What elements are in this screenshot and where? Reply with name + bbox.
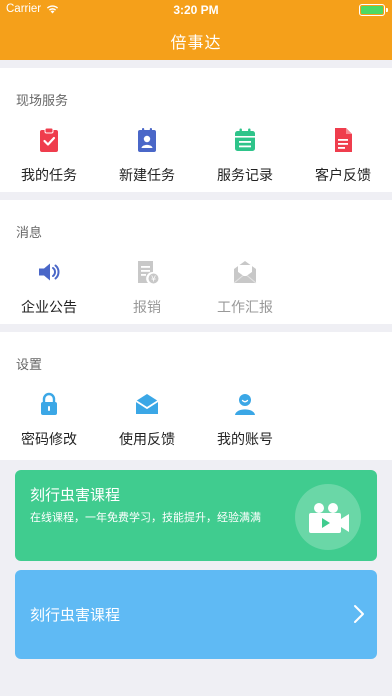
grid-item-service-records[interactable]: 服务记录 [196, 127, 294, 197]
grid-item-change-password[interactable]: 密码修改 [0, 391, 98, 461]
section-settings: 设置 密码修改 使用反馈 我的账号 [0, 332, 392, 460]
grid-item-label: 使用反馈 [119, 432, 175, 448]
grid-item-customer-feedback[interactable]: 客户反馈 [294, 127, 392, 197]
grid-item-label: 新建任务 [119, 168, 175, 184]
lock-icon [41, 392, 57, 415]
grid-item-new-task[interactable]: 新建任务 [98, 127, 196, 197]
grid-item-label: 我的账号 [217, 432, 273, 448]
course-card-title: 刻行虫害课程 [30, 486, 121, 504]
app-header: Carrier 3:20 PM 倍事达 [0, 0, 392, 60]
video-camera-icon-badge [295, 484, 361, 550]
grid-item-label: 客户反馈 [315, 168, 371, 184]
video-camera-icon [309, 503, 349, 533]
status-time: 3:20 PM [173, 3, 219, 17]
grid-item-usage-feedback[interactable]: 使用反馈 [98, 391, 196, 461]
clipboard-check-icon [40, 127, 58, 152]
envelope-icon [233, 261, 257, 284]
grid-item-my-tasks[interactable]: 我的任务 [0, 127, 98, 197]
grid-item-label: 工作汇报 [217, 300, 273, 316]
grid-item-label: 服务记录 [217, 168, 273, 184]
section-title: 现场服务 [16, 94, 69, 109]
svg-text:¥: ¥ [151, 275, 156, 284]
grid-item-label: 企业公告 [21, 300, 77, 316]
section-messages: 消息 企业公告 ¥ 报销 工作汇报 [0, 200, 392, 324]
course-link-card[interactable]: 刻行虫害课程 [15, 570, 377, 659]
user-icon [235, 394, 255, 415]
receipt-icon: ¥ [138, 261, 159, 284]
grid-item-work-report[interactable]: 工作汇报 [196, 259, 294, 329]
section-onsite-services: 现场服务 我的任务 新建任务 服务记录 客户反馈 [0, 68, 392, 192]
chevron-right-icon [354, 605, 364, 623]
grid-item-my-account[interactable]: 我的账号 [196, 391, 294, 461]
speaker-icon [39, 263, 60, 281]
document-icon [335, 128, 352, 152]
status-bar: Carrier 3:20 PM [0, 0, 392, 20]
grid-item-label: 我的任务 [21, 168, 77, 184]
id-card-icon [138, 128, 156, 152]
calendar-icon [235, 128, 255, 151]
course-promo-card[interactable]: 刻行虫害课程 在线课程，一年免费学习，技能提升，经验满满 [15, 470, 377, 561]
battery-icon [359, 4, 388, 16]
section-title: 设置 [16, 358, 43, 373]
course-link-title: 刻行虫害课程 [30, 606, 121, 624]
grid-item-label: 密码修改 [21, 432, 77, 448]
section-title: 消息 [16, 226, 43, 241]
grid-item-reimbursement[interactable]: ¥ 报销 [98, 259, 196, 329]
course-card-description: 在线课程，一年免费学习，技能提升，经验满满 [30, 511, 261, 524]
mail-open-icon [135, 394, 159, 414]
page-title: 倍事达 [170, 33, 222, 52]
grid-item-announcements[interactable]: 企业公告 [0, 259, 98, 329]
grid-item-label: 报销 [133, 300, 161, 316]
